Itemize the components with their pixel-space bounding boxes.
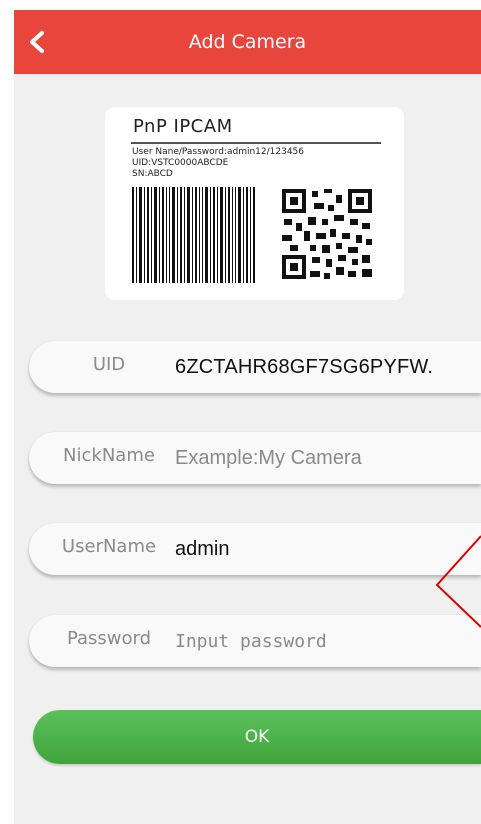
label-uid: UID:VSTC0000ABCDE [132, 158, 229, 168]
app-header: Add Camera [14, 10, 481, 74]
nickname-label: NickName [63, 445, 155, 466]
label-sn: SN:ABCD [132, 169, 173, 179]
uid-label: UID [92, 354, 126, 375]
password-label: Password [66, 628, 152, 649]
label-divider [131, 142, 381, 144]
username-label: UserName [61, 536, 157, 557]
nickname-field: NickName [29, 432, 481, 484]
label-brand: PnP IPCAM [133, 116, 233, 137]
password-input[interactable] [175, 615, 481, 667]
username-input[interactable] [175, 523, 481, 575]
camera-label-image: PnP IPCAM User Nane/Password:admin12/123… [105, 107, 404, 300]
add-camera-screen: Add Camera PnP IPCAM User Nane/Password:… [14, 10, 481, 824]
username-field: UserName [29, 523, 481, 575]
label-credentials: User Nane/Password:admin12/123456 [132, 147, 305, 157]
qr-code-icon [282, 189, 372, 279]
uid-field: UID [29, 341, 481, 393]
nickname-input[interactable] [175, 432, 481, 484]
password-field: Password [29, 615, 481, 667]
uid-input[interactable] [175, 341, 481, 393]
page-title: Add Camera [188, 31, 307, 53]
ok-button[interactable]: OK [33, 710, 481, 764]
barcode-icon [132, 187, 255, 283]
